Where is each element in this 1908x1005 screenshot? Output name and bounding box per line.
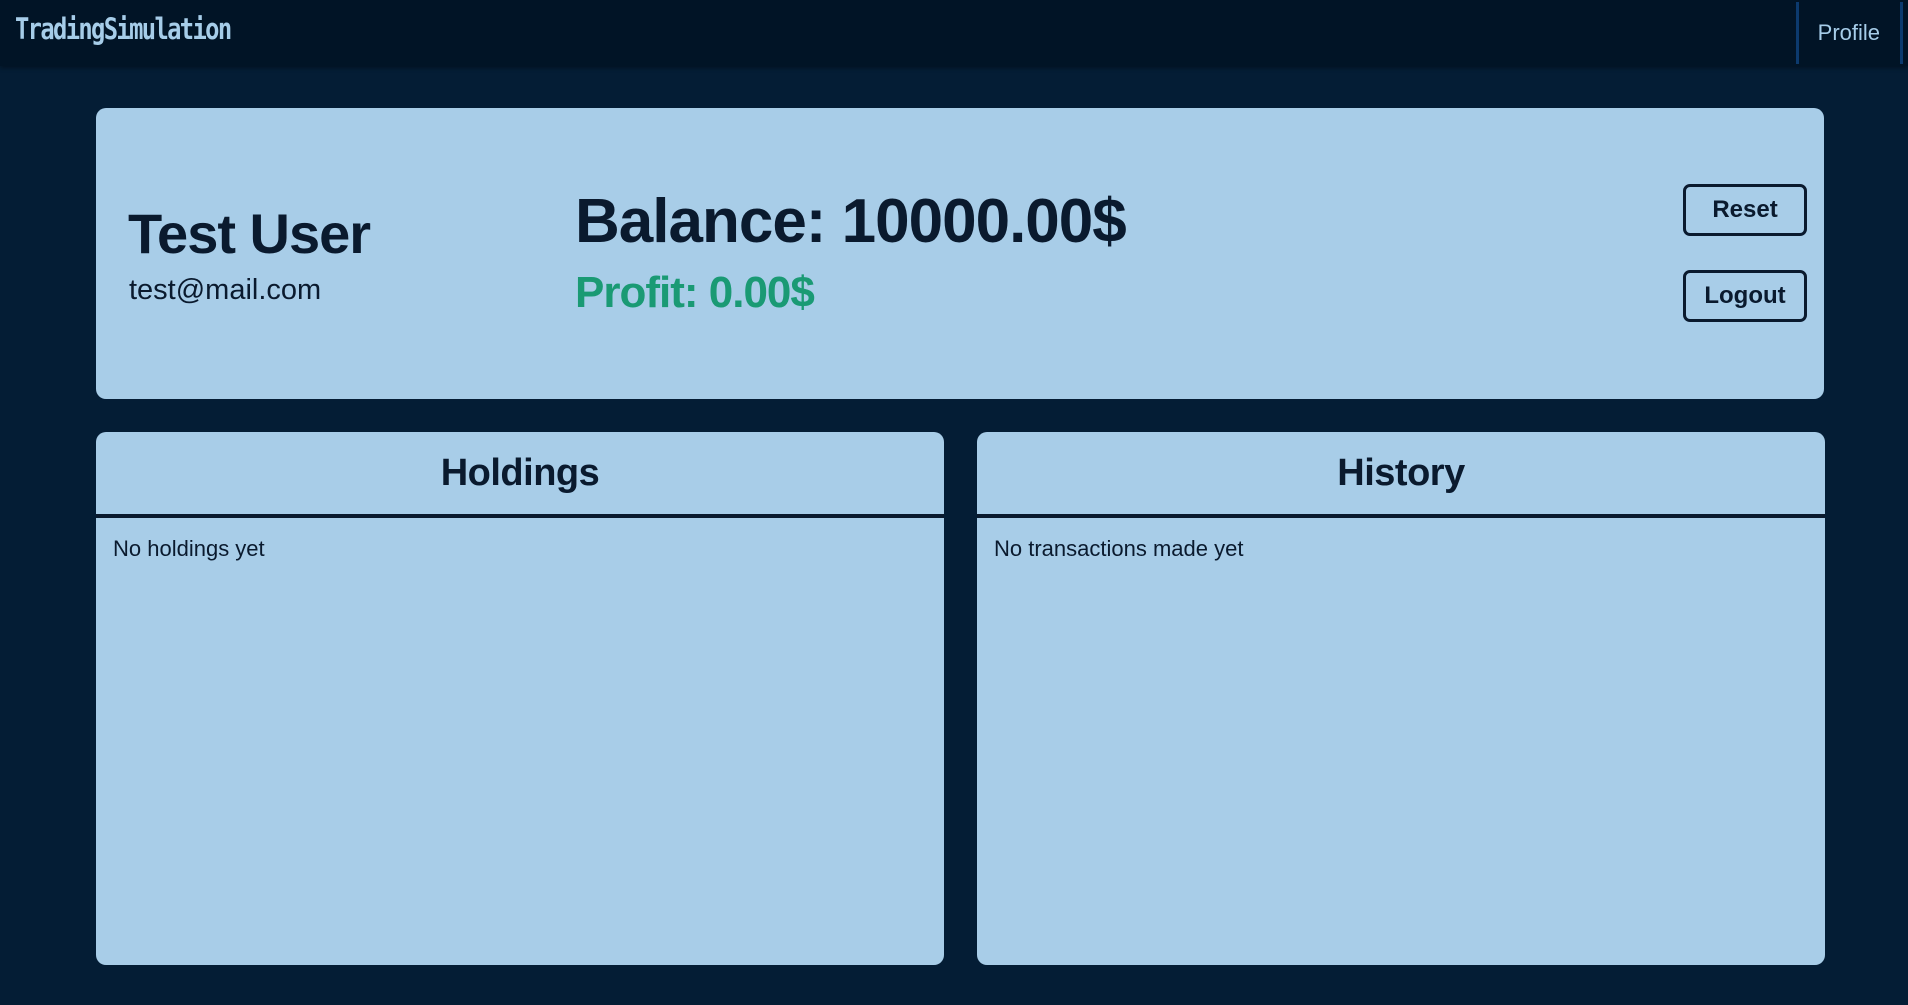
holdings-empty-message: No holdings yet: [113, 536, 265, 561]
profile-card: Test User test@mail.com Balance: 10000.0…: [96, 108, 1824, 399]
history-empty-message: No transactions made yet: [994, 536, 1244, 561]
brand-logo[interactable]: TradingSimulation: [15, 12, 232, 46]
user-email: test@mail.com: [129, 274, 322, 306]
profit-display: Profit: 0.00$: [575, 268, 815, 317]
history-panel: History No transactions made yet: [977, 432, 1825, 965]
balance-display: Balance: 10000.00$: [575, 187, 1127, 256]
history-title: History: [977, 432, 1825, 518]
logout-button[interactable]: Logout: [1683, 270, 1807, 322]
user-name: Test User: [128, 202, 371, 265]
holdings-panel: Holdings No holdings yet: [96, 432, 944, 965]
top-navbar: TradingSimulation Profile: [0, 0, 1908, 66]
reset-button[interactable]: Reset: [1683, 184, 1807, 236]
nav-profile-link[interactable]: Profile: [1795, 2, 1903, 64]
holdings-title: Holdings: [96, 432, 944, 518]
